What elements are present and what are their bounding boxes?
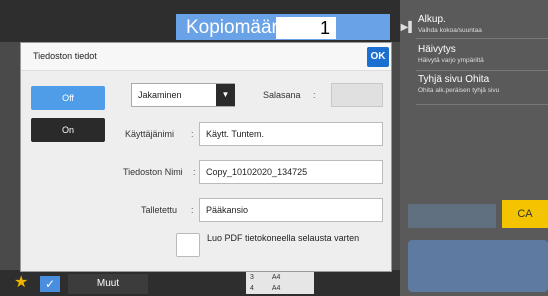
username-field[interactable]: Käytt. Tuntem. (199, 122, 383, 146)
filename-field[interactable]: Copy_10102020_134725 (199, 160, 383, 184)
bottom-bar (0, 270, 400, 296)
toggle-off-button[interactable]: Off (31, 86, 105, 110)
divider (416, 38, 548, 39)
paper-tray-size: A4 (271, 285, 281, 292)
colon: : (191, 205, 194, 215)
right-item-subtitle: Ohita alk.peräisen tyhjä sivu (418, 87, 500, 94)
filename-label: Tiedoston Nimi (123, 167, 183, 177)
paper-tray-number: 3 (250, 274, 254, 281)
mode-select-value: Jakaminen (138, 90, 182, 100)
colon: : (191, 129, 194, 139)
mode-select[interactable]: Jakaminen ▼ (131, 83, 235, 107)
play-icon[interactable]: ▶▌ (400, 14, 416, 42)
right-item-subtitle: Vaihda kokoa/suuntaa (418, 27, 482, 34)
divider (416, 104, 548, 105)
saved-location-label: Talletettu (141, 205, 178, 215)
checkmark-icon[interactable]: ✓ (40, 276, 60, 292)
pdf-checkbox-label[interactable]: Luo PDF tietokoneella selausta varten (207, 233, 383, 244)
ca-button[interactable]: CA (502, 200, 548, 228)
paper-tray-number: 4 (250, 285, 254, 292)
right-item-subtitle: Häivytä varjo ympäriltä (418, 57, 484, 64)
copies-panel: Kopiomäärä 1 (176, 14, 390, 40)
copies-input[interactable]: 1 (276, 17, 336, 39)
more-button[interactable]: Muut (68, 274, 148, 294)
disabled-button (408, 204, 496, 228)
right-item-blank-skip[interactable]: Tyhjä sivu Ohita Ohita alk.peräisen tyhj… (418, 74, 548, 95)
dialog-header: Tiedoston tiedot OK (21, 43, 391, 71)
copies-label: Kopiomäärä (186, 17, 289, 38)
saved-location-field[interactable]: Pääkansio (199, 198, 383, 222)
colon: : (313, 90, 316, 100)
paper-tray-row: 4 A4 (246, 283, 314, 294)
right-item-title: Häivytys (418, 44, 456, 55)
paper-tray-row: 3 A4 (246, 272, 314, 283)
dialog-title: Tiedoston tiedot (33, 51, 97, 61)
right-item-original[interactable]: Alkup. Vaihda kokoa/suuntaa (418, 14, 548, 35)
file-info-dialog: Tiedoston tiedot OK Off On Jakaminen ▼ S… (20, 42, 392, 272)
divider (416, 70, 548, 71)
username-label: Käyttäjänimi (125, 129, 175, 139)
right-item-title: Alkup. (418, 14, 446, 25)
toggle-on-button[interactable]: On (31, 118, 105, 142)
right-item-fade[interactable]: Häivytys Häivytä varjo ympäriltä (418, 44, 548, 65)
ok-button[interactable]: OK (367, 47, 389, 67)
star-icon[interactable]: ★ (14, 272, 28, 292)
paper-tray-list[interactable]: 3 A4 4 A4 (246, 272, 314, 294)
start-button (408, 240, 548, 292)
password-label: Salasana (263, 90, 301, 100)
password-field (331, 83, 383, 107)
colon: : (193, 167, 196, 177)
pdf-checkbox[interactable] (176, 233, 200, 257)
chevron-down-icon[interactable]: ▼ (216, 84, 235, 106)
right-item-title: Tyhjä sivu Ohita (418, 74, 490, 85)
paper-tray-size: A4 (271, 274, 281, 281)
